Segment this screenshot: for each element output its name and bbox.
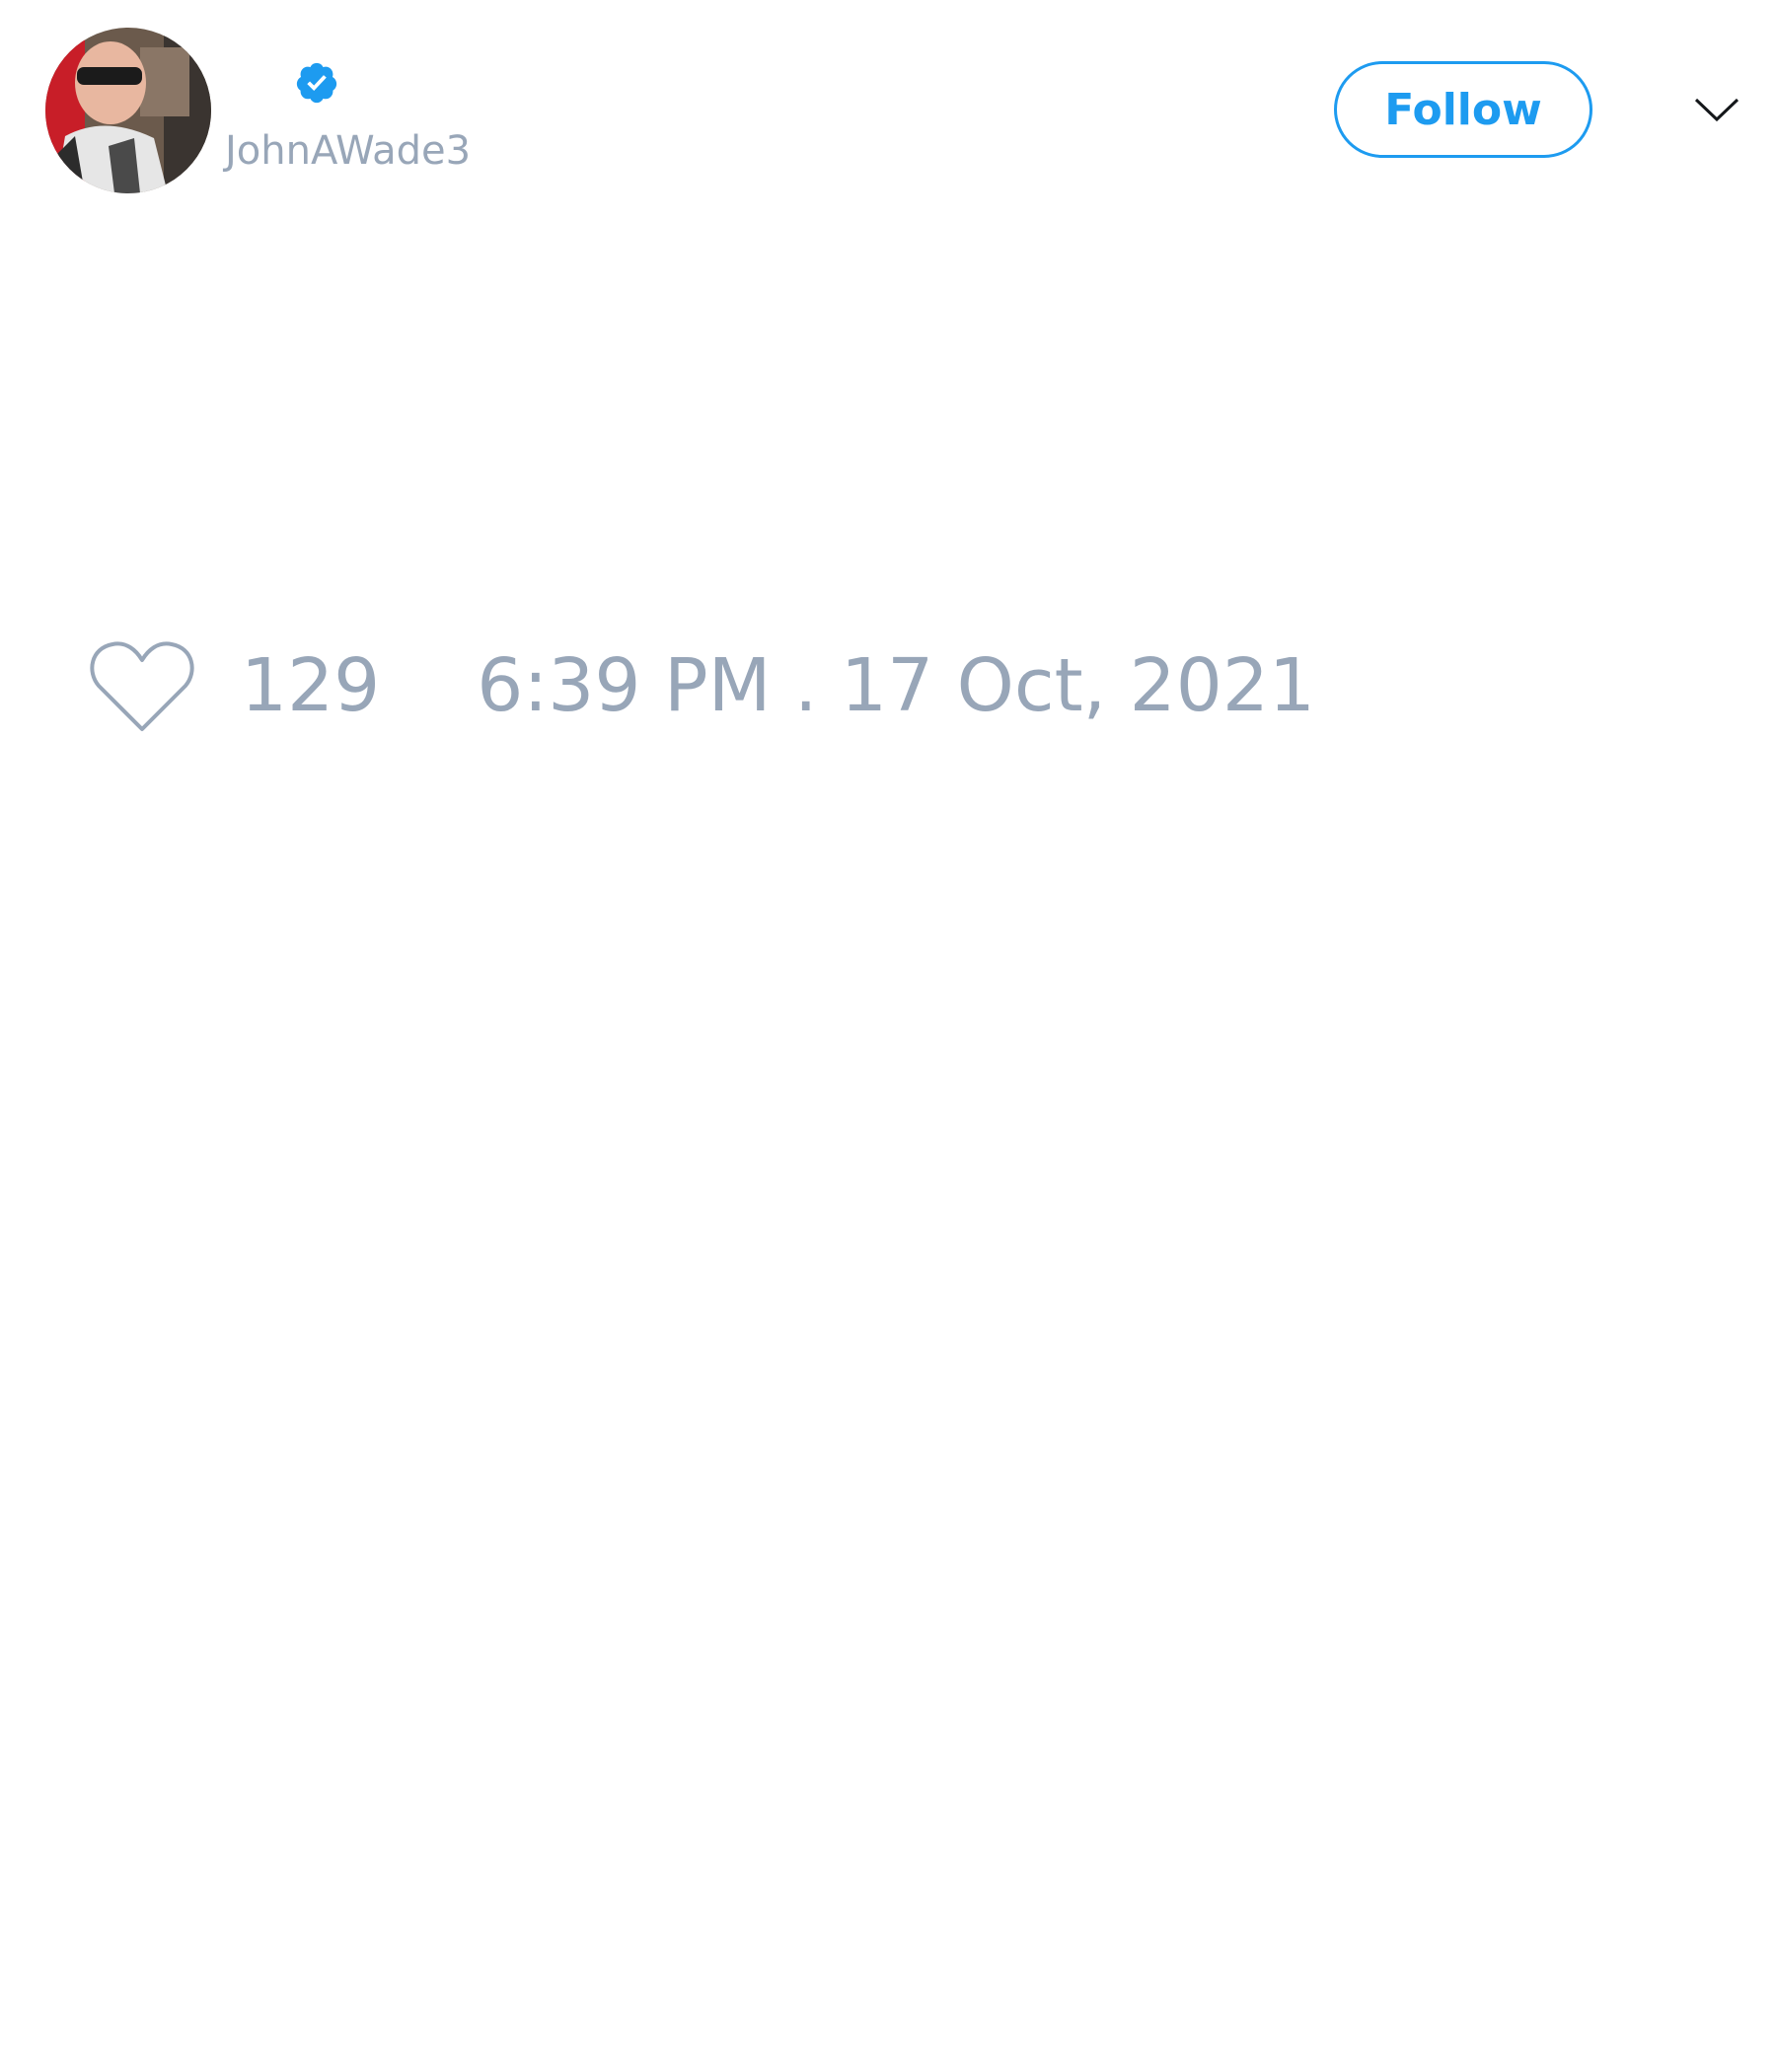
- author-name-row: [225, 55, 339, 111]
- more-options-button[interactable]: [1687, 85, 1746, 134]
- chevron-down-icon: [1694, 98, 1739, 122]
- tweet-action-bar: 129 6:39 PM . 17 Oct, 2021: [89, 631, 1315, 740]
- follow-button[interactable]: Follow: [1334, 61, 1592, 158]
- verified-badge-icon: [294, 60, 339, 106]
- tweet-card: JohnAWade3 Follow 129 6:39 PM . 17 Oct, …: [0, 0, 1776, 2072]
- avatar[interactable]: [45, 28, 211, 193]
- heart-outline-icon: [90, 641, 194, 731]
- avatar-photo-icon: [45, 28, 211, 193]
- tweet-timestamp[interactable]: 6:39 PM . 17 Oct, 2021: [477, 636, 1315, 735]
- author-username[interactable]: JohnAWade3: [225, 126, 471, 176]
- like-count: 129: [241, 643, 381, 728]
- like-button[interactable]: [89, 636, 195, 735]
